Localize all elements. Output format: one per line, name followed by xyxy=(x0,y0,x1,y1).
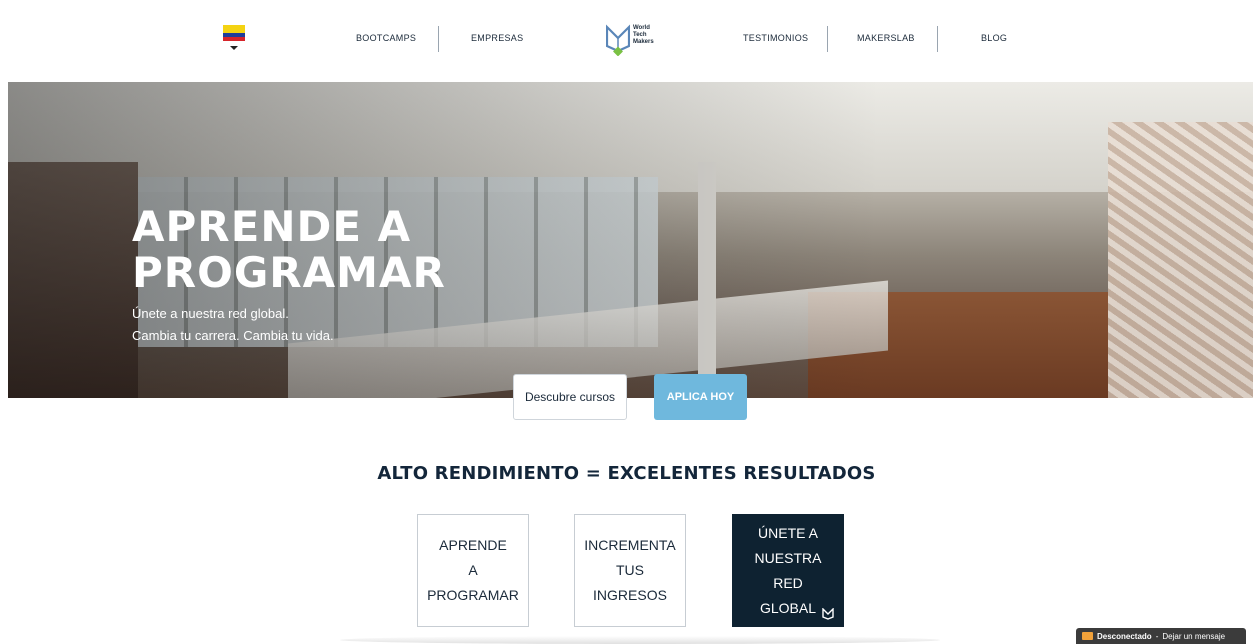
nav-link-blog[interactable]: BLOG xyxy=(981,33,1007,43)
chat-status: Desconectado xyxy=(1097,631,1152,641)
card-text: TUS xyxy=(616,562,644,578)
divider-shadow xyxy=(340,636,940,644)
top-navigation: BOOTCAMPS EMPRESAS World Tech Makers TES… xyxy=(0,0,1253,82)
logo-mark-icon xyxy=(822,608,834,620)
discover-courses-button[interactable]: Descubre cursos xyxy=(513,374,627,420)
world-tech-makers-logo[interactable]: World Tech Makers xyxy=(605,24,666,57)
nav-link-testimonios[interactable]: TESTIMONIOS xyxy=(743,33,808,43)
card-text: INCREMENTA xyxy=(584,537,676,553)
apply-now-button[interactable]: APLICA HOY xyxy=(654,374,747,420)
nav-divider xyxy=(937,26,938,52)
nav-link-empresas[interactable]: EMPRESAS xyxy=(471,33,523,43)
card-learn-to-program[interactable]: APRENDE A PROGRAMAR xyxy=(417,514,529,627)
card-text: A xyxy=(468,562,478,578)
colombia-flag-icon[interactable] xyxy=(223,25,245,41)
logo-text: World Tech Makers xyxy=(633,25,654,45)
envelope-icon xyxy=(1082,632,1093,640)
card-text: APRENDE xyxy=(439,537,507,553)
card-text: ÚNETE A xyxy=(758,524,818,541)
card-increase-income[interactable]: INCREMENTA TUS INGRESOS xyxy=(574,514,686,627)
card-text: INGRESOS xyxy=(593,587,667,603)
card-text: NUESTRA RED xyxy=(754,549,822,591)
hero-banner: APRENDE A PROGRAMAR Únete a nuestra red … xyxy=(8,82,1253,398)
card-join-global-network[interactable]: ÚNETE A NUESTRA RED GLOBAL xyxy=(732,514,844,627)
logo-mark-icon xyxy=(605,24,631,57)
chevron-down-icon[interactable] xyxy=(230,46,238,50)
section-title: ALTO RENDIMIENTO = EXCELENTES RESULTADOS xyxy=(377,463,876,484)
hero-title: APRENDE A PROGRAMAR xyxy=(132,202,446,297)
card-text: PROGRAMAR xyxy=(427,587,519,603)
chat-widget[interactable]: Desconectado - Dejar un mensaje xyxy=(1076,628,1246,644)
chat-action: Dejar un mensaje xyxy=(1162,631,1226,641)
nav-link-bootcamps[interactable]: BOOTCAMPS xyxy=(356,33,416,43)
nav-link-makerslab[interactable]: MAKERSLAB xyxy=(857,33,915,43)
nav-divider xyxy=(438,26,439,52)
hero-subtitle: Únete a nuestra red global. Cambia tu ca… xyxy=(132,306,334,343)
nav-divider xyxy=(827,26,828,52)
chat-separator: - xyxy=(1155,631,1159,641)
